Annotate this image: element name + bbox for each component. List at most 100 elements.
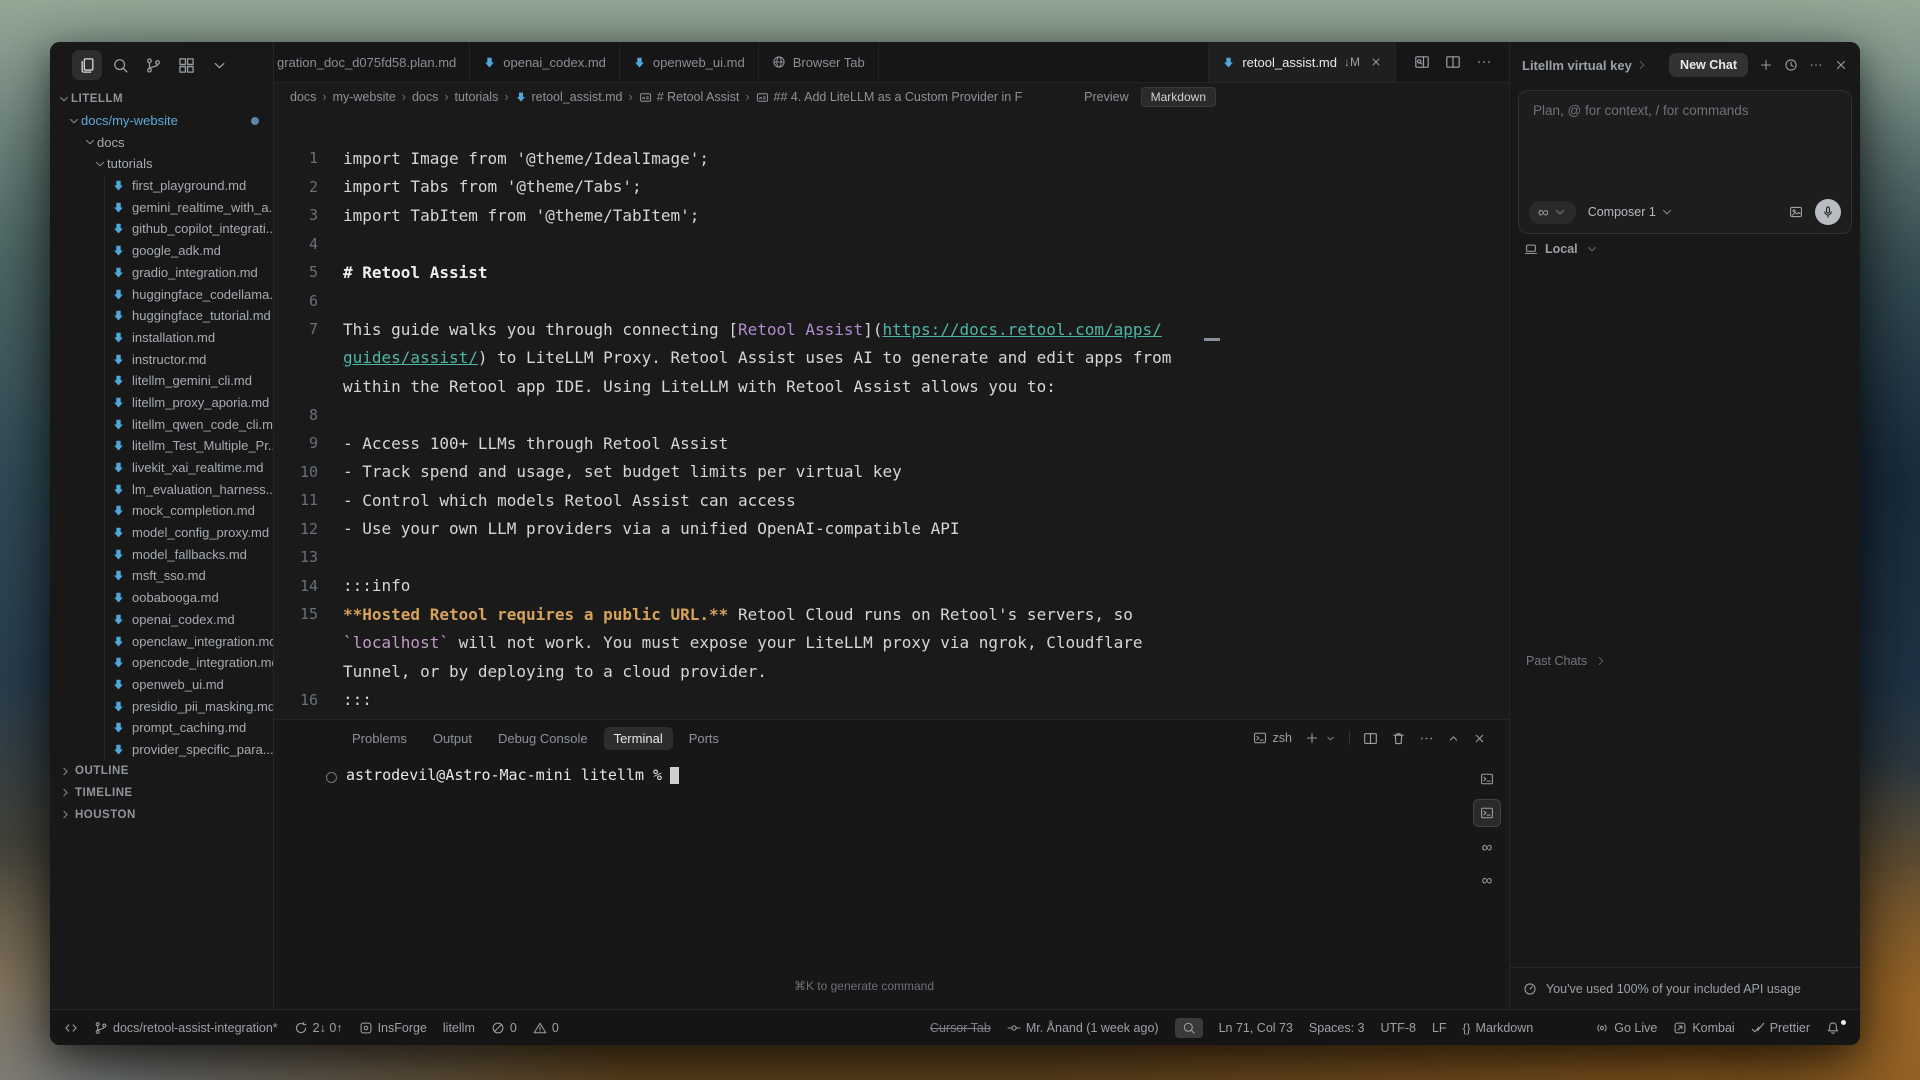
history-icon[interactable] [1784,58,1798,72]
file-item[interactable]: litellm_qwen_code_cli.md [105,413,273,435]
status-last-commit-author[interactable]: Mr. Ånand (1 week ago) [1007,1021,1159,1035]
status-cursor-position[interactable]: Ln 71, Col 73 [1219,1021,1293,1035]
breadcrumb-item[interactable]: my-website [333,90,396,104]
panel-tab-problems[interactable]: Problems [342,727,417,750]
panel-tab-ports[interactable]: Ports [679,727,729,750]
activity-search-button[interactable] [105,50,135,80]
close-panel-icon[interactable] [1834,58,1848,72]
past-chats-link[interactable]: Past Chats [1526,654,1608,668]
file-item[interactable]: gradio_integration.md [105,262,273,284]
file-item[interactable]: openclaw_integration.md [105,630,273,652]
maximize-panel-icon[interactable] [1447,732,1460,745]
tab-openai-codex-md[interactable]: openai_codex.md [470,42,620,82]
file-item[interactable]: mock_completion.md [105,500,273,522]
activity-extensions-button[interactable] [171,50,201,80]
new-chat-tab[interactable]: New Chat [1669,53,1748,77]
tab-retool-assist-md[interactable]: retool_assist.md↓M [1208,42,1396,82]
file-item[interactable]: litellm_gemini_cli.md [105,370,273,392]
status-indentation[interactable]: Spaces: 3 [1309,1021,1365,1035]
status-remote-indicator[interactable] [64,1021,78,1035]
panel-tab-output[interactable]: Output [423,727,482,750]
markdown-mode-button[interactable]: Markdown [1141,87,1216,107]
file-item[interactable]: openweb_ui.md [105,674,273,696]
folder-docs-my-website[interactable]: docs/my-website [50,110,273,132]
status-git-sync[interactable]: 2↓ 0↑ [294,1021,343,1035]
status-insforge[interactable]: InsForge [359,1021,427,1035]
code-line[interactable]: 5# Retool Assist [274,258,1510,287]
code-line[interactable]: 12- Use your own LLM providers via a uni… [274,515,1510,544]
code-line[interactable]: 3import TabItem from '@theme/TabItem'; [274,201,1510,230]
code-line[interactable]: 15**Hosted Retool requires a public URL.… [274,600,1510,629]
activity-source-control-button[interactable] [138,50,168,80]
code-line[interactable]: 7This guide walks you through connecting… [274,315,1510,344]
close-panel-icon[interactable] [1473,732,1486,745]
status-prettier[interactable]: Prettier [1751,1021,1810,1035]
file-item[interactable]: gemini_realtime_with_a... [105,196,273,218]
code-line[interactable]: 2import Tabs from '@theme/Tabs'; [274,173,1510,202]
activity-files-button[interactable] [72,50,102,80]
file-item[interactable]: prompt_caching.md [105,717,273,739]
terminal-session-icon-active[interactable] [1473,799,1501,827]
status-notifications[interactable] [1826,1021,1846,1035]
sidebar-section-outline[interactable]: OUTLINE [50,760,273,782]
code-line[interactable]: 1import Image from '@theme/IdealImage'; [274,144,1510,173]
open-preview-icon[interactable] [1414,54,1430,70]
new-terminal-button[interactable] [1305,731,1336,745]
breadcrumb-item[interactable]: retool_assist.md [515,90,623,104]
file-item[interactable]: litellm_Test_Multiple_Pr... [105,435,273,457]
terminal-session-icon[interactable] [1474,766,1500,792]
file-item[interactable]: livekit_xai_realtime.md [105,457,273,479]
chat-input-box[interactable]: Plan, @ for context, / for commands ∞ Co… [1518,90,1852,234]
sidebar-section-houston[interactable]: HOUSTON [50,804,273,826]
file-item[interactable]: google_adk.md [105,240,273,262]
file-item[interactable]: msft_sso.md [105,565,273,587]
preview-label[interactable]: Preview [1084,90,1128,104]
code-line[interactable]: within the Retool app IDE. Using LiteLLM… [274,372,1510,401]
voice-input-button[interactable] [1815,199,1841,225]
file-item[interactable]: first_playground.md [105,175,273,197]
code-line[interactable]: 4 [274,230,1510,259]
breadcrumb-item[interactable]: docs [290,90,316,104]
status-eol[interactable]: LF [1432,1021,1447,1035]
breadcrumb-item[interactable]: ## 4. Add LiteLLM as a Custom Provider i… [756,90,1023,104]
agent-mode-pill[interactable]: ∞ [1529,201,1576,224]
file-item[interactable]: huggingface_codellama... [105,283,273,305]
more-actions-icon[interactable] [1419,731,1434,746]
status-warnings[interactable]: 0 [533,1021,559,1035]
status-language-mode[interactable]: {}Markdown [1463,1021,1534,1035]
attach-image-icon[interactable] [1789,205,1803,219]
folder-tutorials[interactable]: tutorials [50,153,273,175]
breadcrumb-item[interactable]: docs [412,90,438,104]
code-line[interactable]: 10- Track spend and usage, set budget li… [274,458,1510,487]
explorer-root[interactable]: LITELLM [50,88,273,110]
code-editor[interactable]: 1import Image from '@theme/IdealImage';2… [274,110,1510,720]
file-item[interactable]: opencode_integration.md [105,652,273,674]
code-line[interactable]: 11- Control which models Retool Assist c… [274,486,1510,515]
status-git-branch[interactable]: docs/retool-assist-integration* [94,1021,278,1035]
file-item[interactable]: lm_evaluation_harness... [105,478,273,500]
agent-session-icon[interactable]: ∞ [1474,834,1500,860]
shell-selector[interactable]: zsh [1253,731,1292,745]
code-line[interactable]: 6 [274,287,1510,316]
file-item[interactable]: presidio_pii_masking.md [105,695,273,717]
status-search[interactable] [1175,1018,1203,1038]
code-line[interactable]: 8 [274,401,1510,430]
file-item[interactable]: installation.md [105,327,273,349]
status-errors[interactable]: 0 [491,1021,517,1035]
breadcrumb-item[interactable]: # Retool Assist [639,90,740,104]
file-item[interactable]: instructor.md [105,348,273,370]
terminal[interactable]: astrodevil@Astro-Mac-mini litellm % ⌘K t… [274,756,1510,1009]
tab-browser-tab[interactable]: Browser Tab [759,42,879,82]
overview-ruler-marker[interactable] [1204,338,1220,341]
status-cursor-tab[interactable]: Cursor Tab [930,1021,991,1035]
kill-terminal-icon[interactable] [1391,731,1406,746]
status-encoding[interactable]: UTF-8 [1381,1021,1416,1035]
code-line[interactable]: 14:::info [274,572,1510,601]
code-line[interactable]: 16::: [274,686,1510,715]
status-go-live[interactable]: Go Live [1595,1021,1657,1035]
code-line[interactable]: 13 [274,543,1510,572]
api-usage-notice[interactable]: You've used 100% of your included API us… [1510,967,1860,1010]
file-item[interactable]: model_config_proxy.md [105,522,273,544]
status-litellm[interactable]: litellm [443,1021,475,1035]
chat-tab-title[interactable]: Litellm virtual key [1522,58,1658,73]
